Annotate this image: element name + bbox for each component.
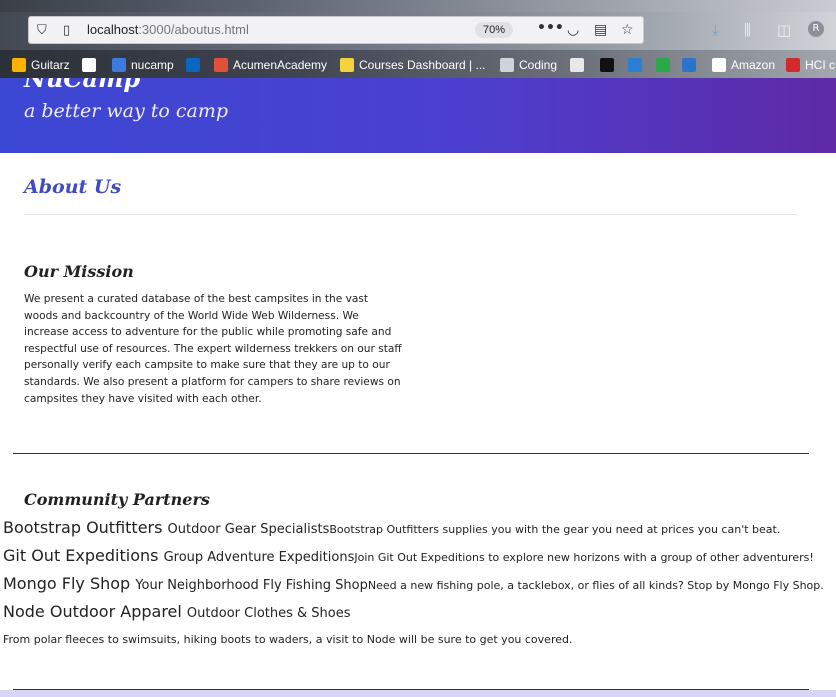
bookmark-item[interactable]: Amazon bbox=[712, 56, 775, 74]
bookmark-item[interactable]: HCI c bbox=[786, 56, 835, 74]
page-icon: ▯ bbox=[63, 23, 71, 38]
partner-name: Git Out Expeditions bbox=[3, 546, 159, 565]
partner-description: Need a new fishing pole, a tacklebox, or… bbox=[367, 579, 824, 592]
url-host: localhost bbox=[87, 22, 139, 37]
mission-text: We present a curated database of the bes… bbox=[24, 293, 402, 405]
partner-specialty: Your Neighborhood Fly Fishing Shop bbox=[135, 578, 368, 593]
url-text[interactable]: localhost:3000/aboutus.html bbox=[87, 22, 249, 37]
partner-name: Mongo Fly Shop bbox=[3, 574, 131, 593]
divider bbox=[13, 453, 809, 454]
bookmark-label: Guitarz bbox=[31, 58, 70, 72]
divider bbox=[24, 214, 797, 215]
zoom-level[interactable]: 70% bbox=[475, 22, 513, 38]
bookmark-item[interactable] bbox=[656, 56, 675, 74]
partner-name: Node Outdoor Apparel bbox=[3, 602, 182, 621]
brand-tagline: a better way to camp bbox=[24, 100, 229, 122]
more-actions-icon[interactable]: ••• bbox=[537, 20, 564, 36]
url-bar[interactable]: ⛉ ▯ localhost:3000/aboutus.html 70% ••• … bbox=[28, 16, 644, 44]
bookmark-item[interactable] bbox=[82, 56, 101, 74]
bookmark-item[interactable]: nucamp bbox=[112, 56, 174, 74]
url-path: :3000/aboutus.html bbox=[138, 22, 249, 37]
bookmark-item[interactable] bbox=[570, 56, 589, 74]
partner-item: Bootstrap Outfitters Outdoor Gear Specia… bbox=[3, 518, 780, 537]
account-icon[interactable]: R bbox=[808, 21, 824, 37]
bookmark-item[interactable] bbox=[186, 56, 205, 74]
partners-heading: Community Partners bbox=[24, 490, 210, 509]
bookmark-favicon-icon bbox=[112, 58, 126, 72]
bookmark-label: Coding bbox=[519, 58, 558, 72]
reader-view-icon[interactable]: ▤ bbox=[594, 22, 607, 38]
partner-specialty: Group Adventure Expeditions bbox=[163, 550, 355, 565]
sidebar-icon[interactable]: ◫ bbox=[777, 21, 791, 39]
partner-item: Node Outdoor Apparel Outdoor Clothes & S… bbox=[3, 602, 351, 621]
bookmark-item[interactable]: Coding bbox=[500, 56, 557, 74]
bookmark-favicon-icon bbox=[656, 58, 670, 72]
bookmark-favicon-icon bbox=[214, 58, 228, 72]
bookmark-item[interactable]: Guitarz bbox=[12, 56, 70, 74]
bookmark-label: Courses Dashboard | ... bbox=[359, 58, 486, 72]
download-icon[interactable]: ⤓ bbox=[712, 21, 719, 39]
bookmark-item[interactable] bbox=[682, 56, 701, 74]
partner-item: Mongo Fly Shop Your Neighborhood Fly Fis… bbox=[3, 574, 824, 593]
library-icon[interactable]: ⫼ bbox=[744, 21, 751, 39]
partner-item: From polar fleeces to swimsuits, hiking … bbox=[3, 628, 572, 647]
bookmark-label: Amazon bbox=[731, 58, 776, 72]
partner-item: Git Out Expeditions Group Adventure Expe… bbox=[3, 546, 814, 565]
pocket-icon[interactable]: ◡ bbox=[567, 22, 579, 38]
bookmark-favicon-icon bbox=[600, 58, 614, 72]
page-title: About Us bbox=[24, 176, 122, 198]
partner-name: Bootstrap Outfitters bbox=[3, 518, 163, 537]
bookmark-item[interactable]: Courses Dashboard | ... bbox=[340, 56, 486, 74]
bookmark-label: AcumenAcademy bbox=[233, 58, 328, 72]
bookmarks-bar: Guitarz nucamp AcumenAcademy Courses Dashbo… bbox=[0, 50, 836, 78]
header-jumbotron: NuCamp a better way to camp bbox=[0, 78, 836, 153]
bookmark-favicon-icon bbox=[628, 58, 642, 72]
bookmark-favicon-icon bbox=[786, 58, 800, 72]
bookmark-favicon-icon bbox=[712, 58, 726, 72]
partner-specialty: Outdoor Clothes & Shoes bbox=[186, 606, 351, 621]
bookmark-favicon-icon bbox=[682, 58, 696, 72]
shield-icon[interactable]: ⛉ bbox=[37, 23, 47, 38]
partner-description: From polar fleeces to swimsuits, hiking … bbox=[3, 633, 573, 646]
bookmark-favicon-icon bbox=[82, 58, 96, 72]
bookmark-label: HCI c bbox=[805, 58, 835, 72]
bookmark-favicon-icon bbox=[500, 58, 514, 72]
bookmark-favicon-icon bbox=[570, 58, 584, 72]
partner-specialty: Outdoor Gear Specialists bbox=[167, 522, 330, 537]
bookmark-item[interactable] bbox=[600, 56, 619, 74]
bookmark-favicon-icon bbox=[12, 58, 26, 72]
bookmark-favicon-icon bbox=[340, 58, 354, 72]
partner-description: Bootstrap Outfitters supplies you with t… bbox=[329, 523, 781, 536]
partner-description: Join Git Out Expeditions to explore new … bbox=[354, 551, 814, 564]
bookmark-star-icon[interactable]: ☆ bbox=[621, 22, 634, 38]
bookmark-item[interactable]: AcumenAcademy bbox=[214, 56, 327, 74]
bookmark-favicon-icon bbox=[186, 58, 200, 72]
tab-strip bbox=[0, 0, 836, 12]
brand-title: NuCamp bbox=[24, 78, 141, 93]
footer bbox=[0, 690, 836, 697]
mission-heading: Our Mission bbox=[24, 262, 134, 281]
bookmark-label: nucamp bbox=[131, 58, 174, 72]
bookmark-item[interactable] bbox=[628, 56, 647, 74]
